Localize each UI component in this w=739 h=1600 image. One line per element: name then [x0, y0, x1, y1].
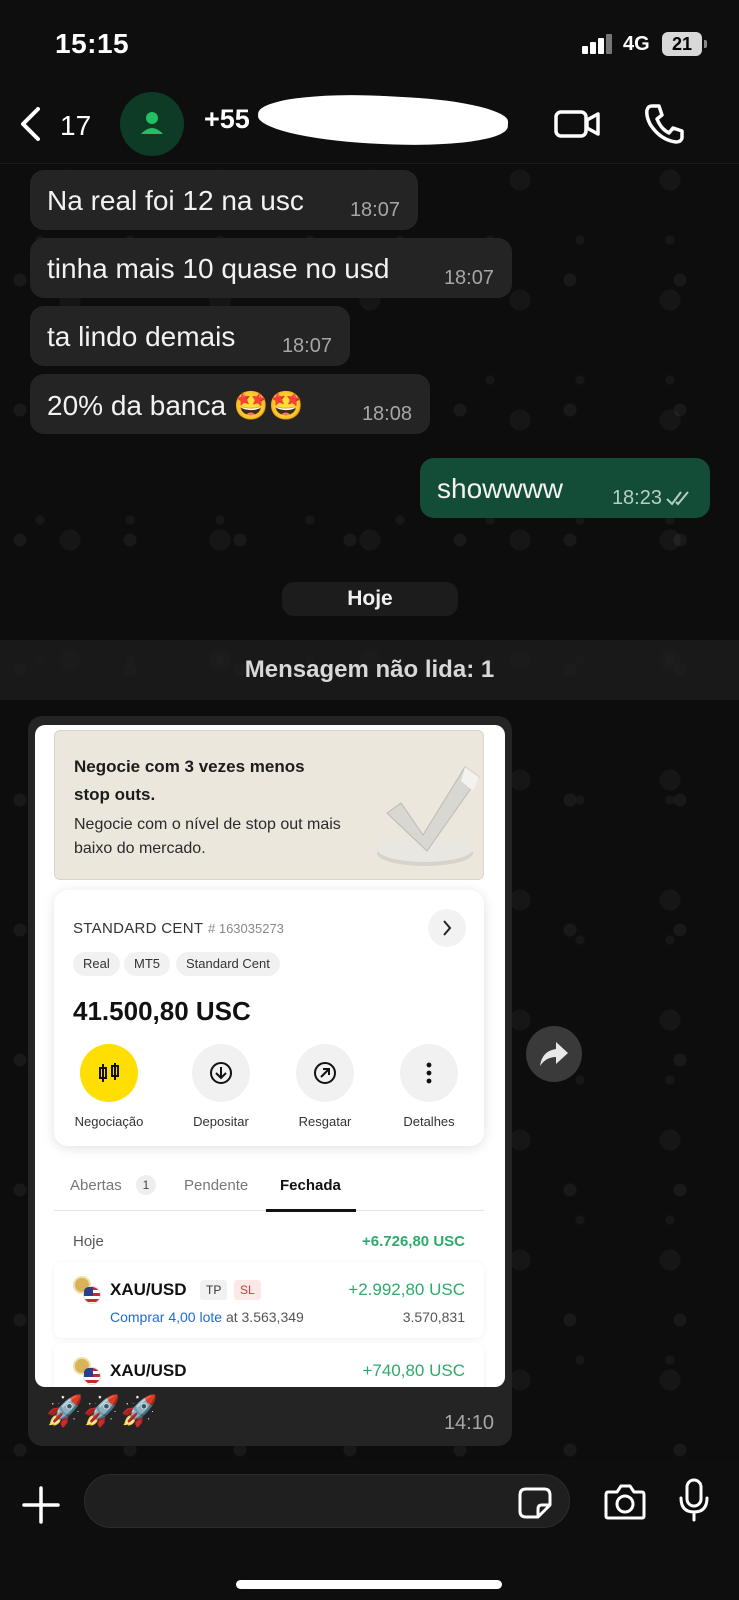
avatar[interactable]	[120, 92, 184, 156]
chevron-right-icon	[443, 920, 452, 936]
video-icon	[554, 110, 600, 138]
back-button[interactable]: 17	[18, 102, 98, 146]
chat-header: 17 +55	[0, 88, 739, 164]
account-balance: 41.500,80 USC	[73, 996, 251, 1026]
check-sculpture-icon	[377, 766, 480, 866]
phone-icon	[645, 104, 684, 144]
trade-detail: Comprar 4,00 lote at 3.563,349	[110, 1309, 304, 1325]
tab-open[interactable]: Abertas	[70, 1177, 122, 1194]
day-separator: Hoje	[282, 582, 458, 616]
candlestick-icon	[99, 1063, 119, 1082]
message-text: showwww	[437, 473, 564, 504]
promo-body: Negocie com o nível de stop out mais bai…	[74, 816, 341, 857]
message-text: tinha mais 10 quase no usd	[47, 253, 390, 284]
open-count-badge: 1	[136, 1175, 156, 1195]
trade-day-row: Hoje +6.726,80 USC	[54, 1233, 484, 1253]
forward-icon	[540, 1042, 568, 1066]
trade-day-total: +6.726,80 USC	[362, 1233, 465, 1250]
double-check-icon	[666, 491, 689, 506]
withdraw-icon	[314, 1062, 336, 1084]
voice-call-button[interactable]	[644, 102, 684, 144]
active-tab-indicator	[266, 1209, 356, 1212]
account-tag: MT5	[124, 952, 170, 976]
message-composer	[0, 1460, 739, 1600]
contact-name[interactable]: +55	[204, 104, 250, 135]
message-bubble[interactable]: Na real foi 12 na usc 18:07	[30, 170, 418, 230]
message-time: 14:10	[443, 1412, 494, 1434]
battery-icon: 21	[662, 32, 702, 56]
deposit-icon	[210, 1062, 232, 1084]
forward-button[interactable]	[526, 1026, 582, 1082]
message-bubble[interactable]: 20% da banca 🤩🤩 18:08	[30, 374, 430, 434]
account-card[interactable]: STANDARD CENT # 163035273 Real MT5 Stand…	[54, 890, 484, 1146]
message-time: 18:07	[443, 267, 494, 289]
trade-side: Comprar 4,00 lote	[110, 1309, 223, 1325]
home-indicator	[236, 1580, 502, 1589]
image-attachment[interactable]: Negocie com 3 vezes menos stop outs. Neg…	[35, 725, 505, 1387]
tp-badge: TP	[200, 1280, 228, 1300]
image-caption: 🚀🚀🚀	[46, 1395, 159, 1428]
xau-usd-icon	[73, 1357, 103, 1387]
message-text: 20% da banca 🤩🤩	[47, 390, 304, 421]
sent-message-bubble[interactable]: showwww 18:23	[420, 458, 710, 518]
redaction-scribble	[256, 89, 510, 151]
trade-row[interactable]: XAU/USD +740,80 USC	[54, 1343, 484, 1387]
action-label: Negociação	[74, 1114, 144, 1129]
more-vertical-icon	[426, 1062, 432, 1084]
account-open-button[interactable]	[428, 909, 466, 947]
person-icon	[141, 112, 163, 134]
account-name: STANDARD CENT	[73, 920, 204, 937]
message-input[interactable]	[84, 1474, 570, 1528]
details-action[interactable]: Detalhes	[384, 1044, 474, 1129]
unread-count: 17	[60, 110, 92, 141]
trade-row[interactable]: XAU/USD TP SL +2.992,80 USC Comprar 4,00…	[54, 1262, 484, 1338]
camera-icon[interactable]	[604, 1482, 646, 1522]
message-time: 18:23	[611, 487, 662, 509]
video-call-button[interactable]	[554, 106, 602, 142]
signal-icon	[582, 34, 616, 54]
xau-usd-icon	[73, 1276, 103, 1306]
tab-pending[interactable]: Pendente	[184, 1177, 248, 1194]
message-time: 18:08	[361, 403, 412, 425]
action-label: Resgatar	[298, 1114, 352, 1129]
account-number: # 163035273	[208, 921, 284, 936]
trade-open-price: at 3.563,349	[225, 1309, 304, 1325]
trade-pnl: +740,80 USC	[362, 1361, 465, 1380]
mic-icon[interactable]	[678, 1478, 710, 1522]
status-time: 15:15	[55, 28, 130, 59]
status-bar: 15:15 4G 21	[0, 0, 739, 88]
action-label: Detalhes	[403, 1114, 455, 1129]
withdraw-action[interactable]: Resgatar	[280, 1044, 370, 1129]
tab-closed[interactable]: Fechada	[280, 1177, 341, 1194]
trade-action[interactable]: Negociação	[64, 1044, 154, 1129]
trade-day-label: Hoje	[73, 1233, 104, 1250]
plus-icon[interactable]	[22, 1486, 60, 1524]
deposit-action[interactable]: Depositar	[176, 1044, 266, 1129]
image-message[interactable]: Negocie com 3 vezes menos stop outs. Neg…	[28, 716, 512, 1446]
trade-symbol: XAU/USD	[110, 1361, 187, 1380]
trade-close-price: 3.570,831	[402, 1309, 465, 1325]
battery-tip	[704, 40, 707, 48]
network-type: 4G	[623, 33, 650, 55]
action-label: Depositar	[193, 1114, 249, 1129]
message-time: 18:07	[281, 335, 332, 357]
sl-badge: SL	[234, 1280, 261, 1300]
positions-tabs: Abertas 1 Pendente Fechada	[54, 1165, 484, 1212]
chevron-left-icon	[21, 107, 40, 141]
message-bubble[interactable]: tinha mais 10 quase no usd 18:07	[30, 238, 512, 298]
message-text: ta lindo demais	[47, 321, 236, 352]
promo-title: Negocie com 3 vezes menos stop outs.	[74, 757, 305, 804]
promo-banner: Negocie com 3 vezes menos stop outs. Neg…	[54, 730, 484, 880]
account-tag: Real	[73, 952, 120, 976]
message-text: Na real foi 12 na usc	[47, 185, 304, 216]
message-bubble[interactable]: ta lindo demais 18:07	[30, 306, 350, 366]
trade-symbol: XAU/USD	[110, 1280, 187, 1299]
trade-pnl: +2.992,80 USC	[348, 1280, 465, 1299]
sticker-icon[interactable]	[518, 1487, 552, 1519]
account-tag: Standard Cent	[176, 952, 280, 976]
unread-banner: Mensagem não lida: 1	[0, 640, 739, 700]
message-time: 18:07	[349, 199, 400, 221]
